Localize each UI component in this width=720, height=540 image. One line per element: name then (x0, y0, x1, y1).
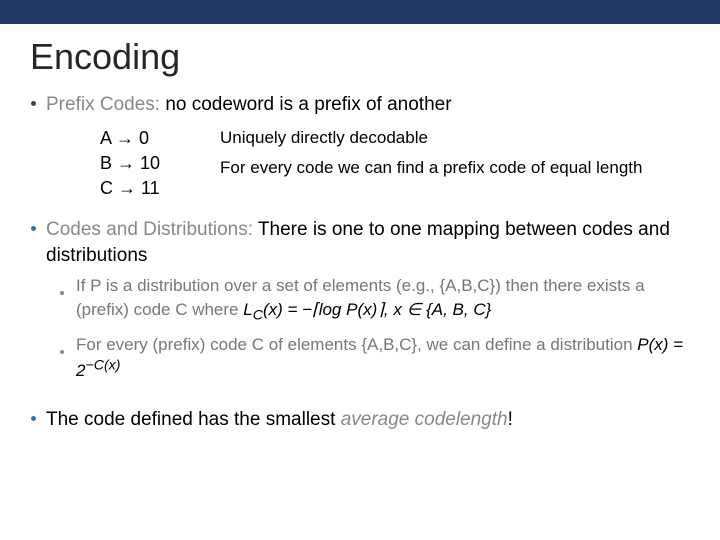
bullet-dot-icon (60, 282, 66, 300)
bullet-final: The code defined has the smallest averag… (30, 407, 690, 433)
bullet-codes-dist-text: Codes and Distributions: There is one to… (46, 217, 690, 268)
sub-bullet-1: If P is a distribution over a set of ele… (60, 274, 690, 326)
spacer (30, 389, 690, 407)
title-accent-bar (0, 0, 720, 24)
prefix-desc-column: Uniquely directly decodable For every co… (220, 126, 642, 202)
prefix-desc-2: For every code we can find a prefix code… (220, 156, 642, 181)
sub2-prose: For every (prefix) code C of elements {A… (76, 335, 637, 354)
sub-bullet-1-text: If P is a distribution over a set of ele… (76, 274, 690, 326)
prefix-example-block: A → 0 B → 10 C → 11 Uniquely directly de… (100, 126, 690, 202)
prefix-codes-column: A → 0 B → 10 C → 11 (100, 126, 220, 202)
bullet-prefix-codes: Prefix Codes: no codeword is a prefix of… (30, 92, 690, 118)
bullet-dot-icon (30, 101, 36, 106)
prefix-desc-1: Uniquely directly decodable (220, 126, 642, 151)
slide-title: Encoding (30, 36, 690, 78)
code-a: A → 0 (100, 126, 160, 151)
prefix-heading: Prefix Codes: (46, 94, 160, 115)
code-c: C → 11 (100, 176, 160, 201)
sub1-math: LC(x) = −⌈log P(x)⌉, x ∈ {A, B, C} (243, 300, 491, 319)
bullet-codes-dist: Codes and Distributions: There is one to… (30, 217, 690, 268)
final-c: ! (508, 409, 513, 430)
final-b: average codelength (341, 409, 508, 430)
final-a: The code defined has the smallest (46, 409, 341, 430)
dist-heading: Codes and Distributions: (46, 219, 253, 240)
bullet-dot-icon (30, 226, 36, 231)
sub-bullet-2-text: For every (prefix) code C of elements {A… (76, 333, 690, 383)
slide-body: Encoding Prefix Codes: no codeword is a … (0, 24, 720, 448)
bullet-dot-icon (60, 341, 66, 359)
sub-bullet-2: For every (prefix) code C of elements {A… (60, 333, 690, 383)
bullet-prefix-text: Prefix Codes: no codeword is a prefix of… (46, 92, 452, 118)
dist-sub-bullets: If P is a distribution over a set of ele… (60, 274, 690, 382)
bullet-dot-icon (30, 416, 36, 421)
code-b: B → 10 (100, 151, 160, 176)
bullet-final-text: The code defined has the smallest averag… (46, 407, 513, 433)
prefix-heading-rest: no codeword is a prefix of another (160, 94, 452, 115)
